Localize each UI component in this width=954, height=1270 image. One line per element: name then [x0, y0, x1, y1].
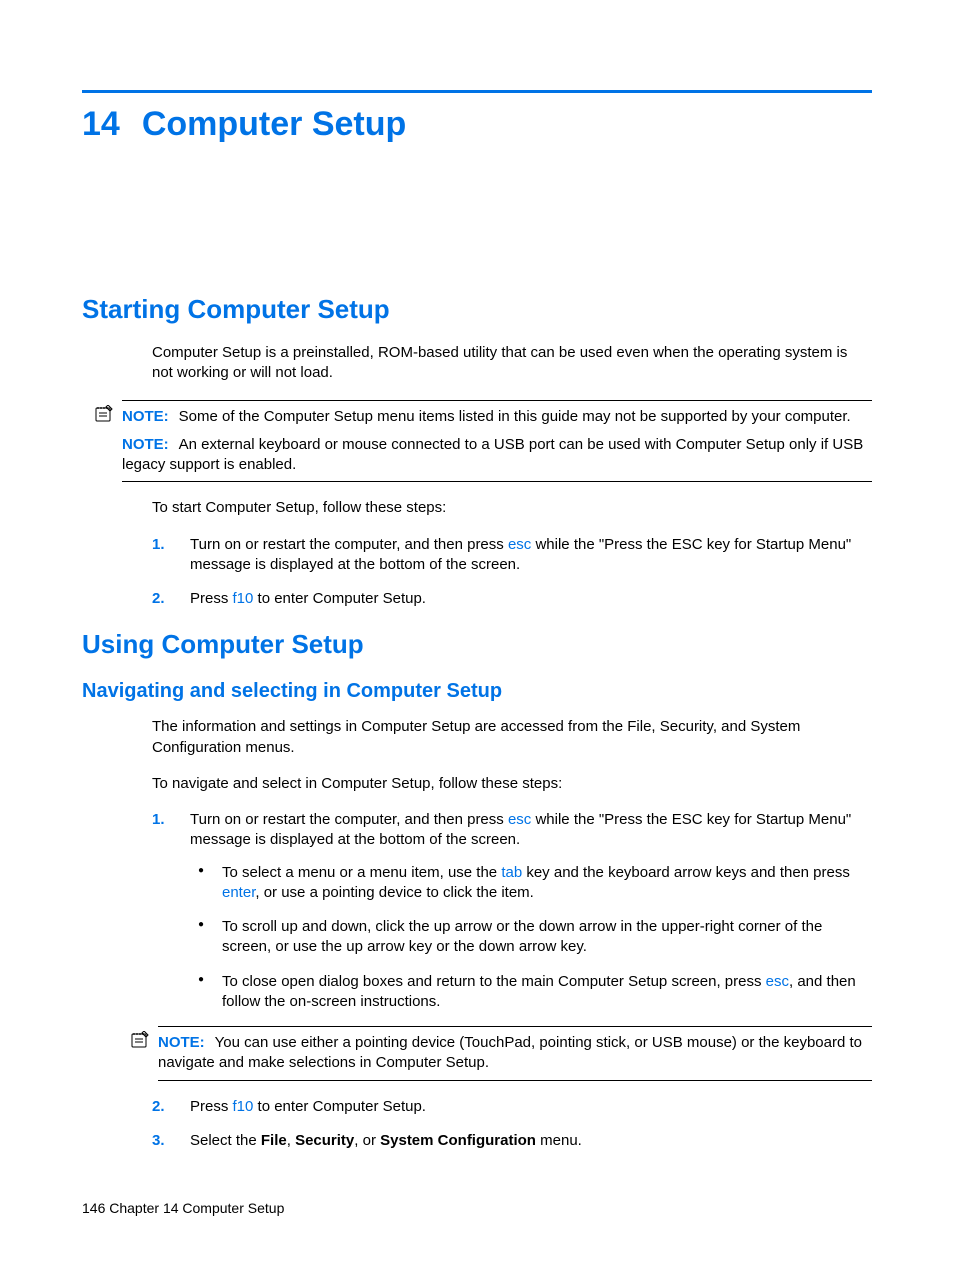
key-tab: tab: [501, 864, 522, 881]
sub1-intro-wrap: The information and settings in Computer…: [152, 717, 872, 794]
s3-t4: menu.: [536, 1132, 582, 1149]
note-label: NOTE:: [158, 1034, 205, 1051]
bullet-1: To select a menu or a menu item, use the…: [190, 863, 872, 904]
inner-note: NOTE:You can use either a pointing devic…: [158, 1033, 872, 1074]
section1-lead-wrap: To start Computer Setup, follow these st…: [152, 498, 872, 518]
bold-file: File: [261, 1132, 287, 1149]
step-number: 2.: [152, 589, 165, 609]
step-2-pre: Press: [190, 590, 233, 607]
step-2-post: to enter Computer Setup.: [253, 590, 426, 607]
sub1-intro: The information and settings in Computer…: [152, 717, 872, 758]
top-rule: [82, 90, 872, 93]
s3-t1: Select the: [190, 1132, 261, 1149]
sub1-step2-post: to enter Computer Setup.: [253, 1098, 426, 1115]
section-heading-starting: Starting Computer Setup: [82, 294, 872, 325]
bullet-1-t2: key and the keyboard arrow keys and then…: [522, 864, 850, 881]
step-number: 1.: [152, 535, 165, 555]
section1-steps: 1. Turn on or restart the computer, and …: [152, 535, 872, 610]
key-esc: esc: [766, 973, 789, 990]
sub1-step-2: 2. Press f10 to enter Computer Setup.: [152, 1097, 872, 1117]
chapter-heading: 14 Computer Setup: [82, 105, 872, 144]
sub1-step-3: 3. Select the File, Security, or System …: [152, 1131, 872, 1151]
step-number: 1.: [152, 810, 165, 830]
bold-security: Security: [295, 1132, 354, 1149]
key-enter: enter: [222, 884, 255, 901]
step-number: 2.: [152, 1097, 165, 1117]
step-1: 1. Turn on or restart the computer, and …: [152, 535, 872, 576]
key-esc: esc: [508, 536, 531, 553]
note-icon: [130, 1031, 150, 1049]
chapter-number: 14: [82, 105, 120, 144]
bullet-2: To scroll up and down, click the up arro…: [190, 917, 872, 958]
step-1-pre: Turn on or restart the computer, and the…: [190, 536, 508, 553]
note-label: NOTE:: [122, 408, 169, 425]
bullet-3: To close open dialog boxes and return to…: [190, 972, 872, 1013]
note-1: NOTE: Some of the Computer Setup menu ite…: [122, 407, 872, 427]
bullet-3-t1: To close open dialog boxes and return to…: [222, 973, 766, 990]
note-block-inner: NOTE:You can use either a pointing devic…: [158, 1026, 872, 1081]
sub1-steps: 1. Turn on or restart the computer, and …: [152, 810, 872, 1151]
note-block-1: NOTE: Some of the Computer Setup menu ite…: [122, 400, 872, 483]
section1-body: Computer Setup is a preinstalled, ROM-ba…: [152, 343, 872, 384]
subsection-heading-navigating: Navigating and selecting in Computer Set…: [82, 680, 872, 703]
note-label: NOTE:: [122, 436, 169, 453]
bullet-1-t3: , or use a pointing device to click the …: [255, 884, 533, 901]
sub1-step1-bullets: To select a menu or a menu item, use the…: [190, 863, 872, 1013]
key-f10: f10: [233, 1098, 254, 1115]
inner-note-text: You can use either a pointing device (To…: [158, 1034, 862, 1071]
key-esc: esc: [508, 811, 531, 828]
sub1-step-1: 1. Turn on or restart the computer, and …: [152, 810, 872, 1081]
s3-t3: , or: [354, 1132, 380, 1149]
section1-intro: Computer Setup is a preinstalled, ROM-ba…: [152, 343, 872, 384]
page-footer: 146 Chapter 14 Computer Setup: [82, 1200, 284, 1216]
sub1-step1-pre: Turn on or restart the computer, and the…: [190, 811, 508, 828]
sub1-step2-pre: Press: [190, 1098, 233, 1115]
note-1-text: Some of the Computer Setup menu items li…: [179, 408, 851, 425]
chapter-title: Computer Setup: [142, 105, 406, 143]
bold-sysconfig: System Configuration: [380, 1132, 536, 1149]
s3-t2: ,: [287, 1132, 295, 1149]
section-heading-using: Using Computer Setup: [82, 629, 872, 660]
section1-lead: To start Computer Setup, follow these st…: [152, 498, 872, 518]
note-2-text: An external keyboard or mouse connected …: [122, 436, 863, 473]
note-2: NOTE:An external keyboard or mouse conne…: [122, 435, 872, 476]
key-f10: f10: [233, 590, 254, 607]
note-icon: [94, 405, 114, 423]
document-page: 14 Computer Setup Starting Computer Setup…: [0, 0, 954, 1270]
bullet-1-t1: To select a menu or a menu item, use the: [222, 864, 501, 881]
step-2: 2. Press f10 to enter Computer Setup.: [152, 589, 872, 609]
step-number: 3.: [152, 1131, 165, 1151]
sub1-lead: To navigate and select in Computer Setup…: [152, 774, 872, 794]
